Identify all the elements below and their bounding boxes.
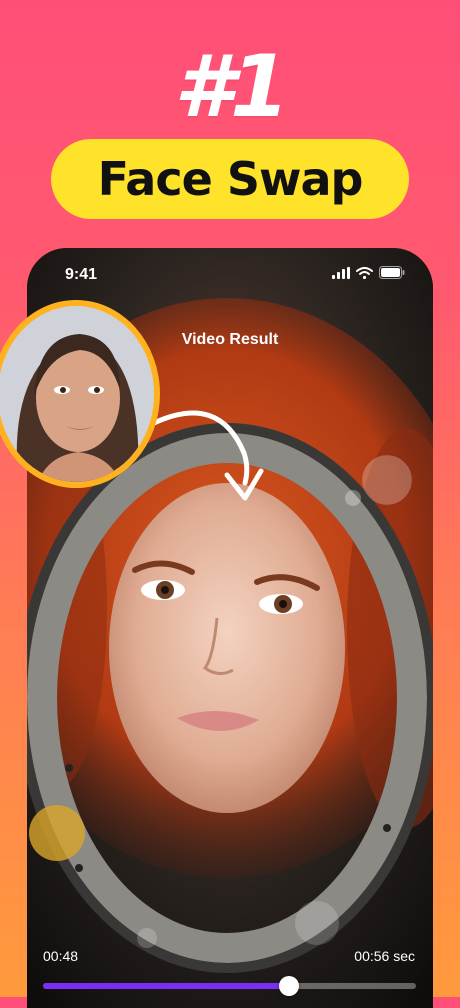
progress-fill [43,983,290,989]
curved-arrow-icon [151,410,264,501]
progress-track[interactable] [43,976,416,996]
wifi-icon [356,266,373,279]
status-icons [332,266,405,279]
source-face-photo [0,306,154,482]
status-bar: 9:41 [27,248,433,300]
playback-times: 00:48 00:56 sec [27,948,433,968]
signal-icon [332,266,350,279]
battery-icon [379,266,405,279]
rank-headline: #1 [174,37,290,137]
feature-label: Face Swap [97,152,364,206]
status-time: 9:41 [65,266,98,283]
total-duration: 00:56 sec [354,948,415,964]
feature-pill: Face Swap [51,139,409,219]
elapsed-time: 00:48 [43,948,79,964]
